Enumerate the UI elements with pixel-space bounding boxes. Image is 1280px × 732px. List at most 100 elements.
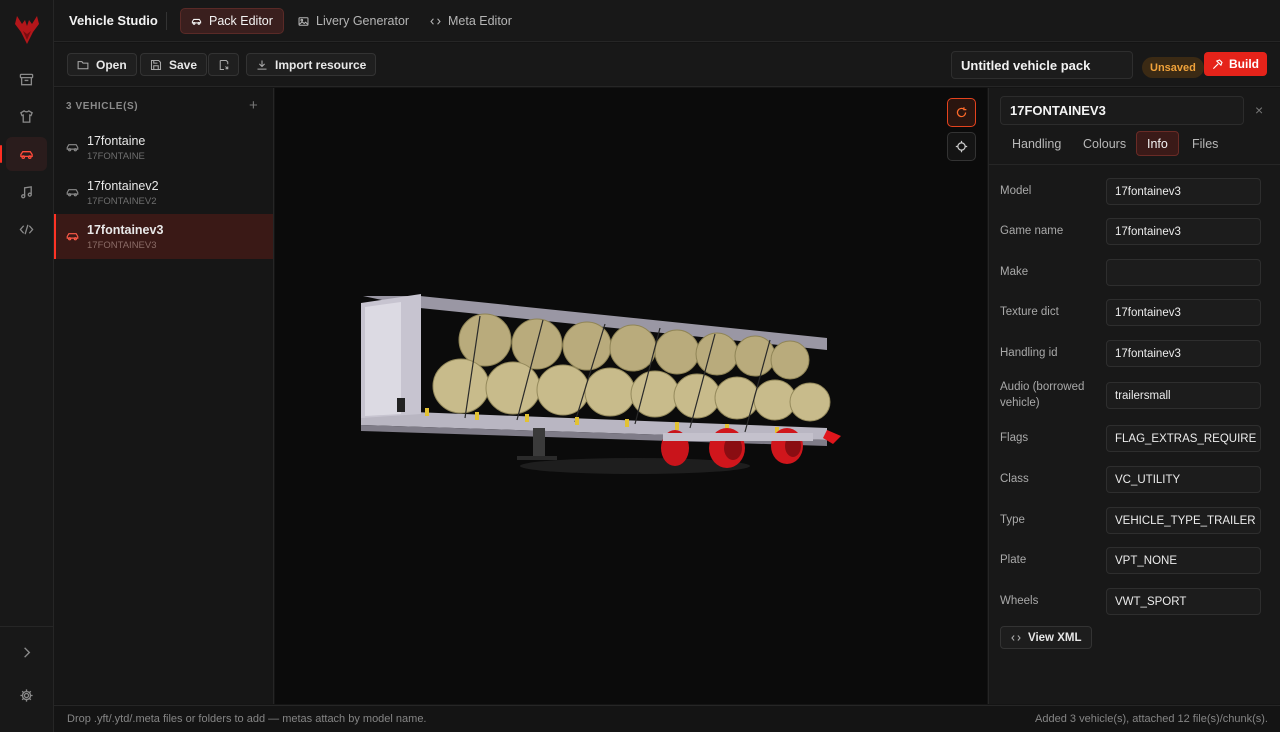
status-hint: Drop .yft/.ytd/.meta files or folders to… bbox=[67, 713, 427, 725]
car-icon bbox=[66, 144, 79, 152]
center-view-button[interactable] bbox=[947, 132, 976, 161]
app-title: Vehicle Studio bbox=[69, 13, 158, 28]
open-label: Open bbox=[96, 57, 127, 72]
save-label: Save bbox=[169, 57, 198, 72]
vehicle-id: 17FONTAINEV3 bbox=[87, 240, 157, 251]
handling-id-label: Handling id bbox=[1000, 347, 1058, 359]
tab-files[interactable]: Files bbox=[1182, 131, 1228, 156]
vehicle-3d-viewport[interactable] bbox=[275, 88, 987, 704]
expand-rail-button[interactable] bbox=[6, 635, 47, 669]
tab-pack-editor[interactable]: Pack Editor bbox=[180, 8, 284, 34]
nav-livery-button[interactable] bbox=[6, 99, 47, 133]
tab-colours[interactable]: Colours bbox=[1073, 131, 1136, 156]
tab-livery-generator[interactable]: Livery Generator bbox=[288, 8, 419, 34]
music-icon bbox=[21, 185, 32, 198]
flags-label: Flags bbox=[1000, 432, 1029, 444]
settings-button[interactable] bbox=[6, 678, 47, 712]
reset-view-button[interactable] bbox=[947, 98, 976, 127]
audio-label: Audio (borrowed vehicle) bbox=[1000, 381, 1085, 409]
save-icon bbox=[150, 59, 162, 70]
plate-label: Plate bbox=[1000, 554, 1027, 566]
nav-meta-button[interactable] bbox=[6, 212, 47, 246]
handling-id-field[interactable]: 17fontainev3 bbox=[1106, 340, 1261, 367]
code-icon bbox=[430, 17, 441, 25]
add-vehicle-button[interactable]: + bbox=[249, 97, 258, 114]
car-icon bbox=[66, 189, 79, 197]
app-logo bbox=[15, 16, 39, 44]
tab-info[interactable]: Info bbox=[1136, 131, 1179, 156]
gear-icon bbox=[20, 688, 33, 702]
toolbar: Open Save Import resource Untitled vehic… bbox=[54, 43, 1280, 87]
vehicle-name: 17fontainev2 bbox=[87, 179, 159, 193]
view-xml-button[interactable]: View XML bbox=[1000, 626, 1093, 649]
vehicle-id: 17FONTAINE bbox=[87, 151, 145, 162]
car-icon bbox=[191, 18, 202, 25]
vehicle-info-panel: 17FONTAINEV3 × Handling Colours Info Fil… bbox=[988, 88, 1280, 704]
tab-handling[interactable]: Handling bbox=[1002, 131, 1071, 156]
trailer-model-preview bbox=[361, 294, 841, 474]
nav-rail bbox=[0, 0, 54, 732]
unsaved-badge: Unsaved bbox=[1142, 57, 1204, 78]
tab-meta-editor[interactable]: Meta Editor bbox=[420, 8, 522, 34]
build-label: Build bbox=[1229, 57, 1259, 71]
wheels-field[interactable]: VWT_SPORT bbox=[1106, 588, 1261, 615]
folder-icon bbox=[77, 60, 89, 69]
status-bar: Drop .yft/.ytd/.meta files or folders to… bbox=[54, 705, 1280, 732]
nav-audio-button[interactable] bbox=[6, 175, 47, 209]
code-icon bbox=[1011, 634, 1021, 641]
vehicle-item-selected[interactable]: 17fontainev3 17FONTAINEV3 bbox=[54, 214, 273, 259]
make-field[interactable] bbox=[1106, 259, 1261, 286]
panel-divider bbox=[989, 164, 1280, 165]
import-label: Import resource bbox=[275, 57, 367, 72]
view-xml-label: View XML bbox=[1028, 631, 1082, 644]
wheels-label: Wheels bbox=[1000, 595, 1039, 607]
save-as-icon bbox=[219, 59, 228, 70]
save-as-button[interactable] bbox=[208, 53, 239, 76]
top-bar: Vehicle Studio Pack Editor Livery Genera… bbox=[54, 0, 1280, 42]
model-field[interactable]: 17fontainev3 bbox=[1106, 178, 1261, 205]
title-divider bbox=[166, 12, 167, 30]
shirt-icon bbox=[20, 109, 33, 123]
vehicle-name: 17fontainev3 bbox=[87, 223, 164, 237]
model-label: Model bbox=[1000, 185, 1032, 197]
archive-icon bbox=[19, 73, 34, 85]
type-label: Type bbox=[1000, 514, 1025, 526]
flags-field[interactable]: FLAG_EXTRAS_REQUIRE FLAG bbox=[1106, 425, 1261, 452]
plate-field[interactable]: VPT_NONE bbox=[1106, 547, 1261, 574]
car-icon bbox=[66, 233, 79, 241]
vehicle-item[interactable]: 17fontaine 17FONTAINE bbox=[54, 125, 273, 170]
nav-archive-button[interactable] bbox=[6, 62, 47, 96]
audio-field[interactable]: trailersmall bbox=[1106, 382, 1261, 409]
vehicle-id: 17FONTAINEV2 bbox=[87, 196, 157, 207]
game-name-label: Game name bbox=[1000, 225, 1064, 237]
nav-vehicles-button[interactable] bbox=[0, 137, 47, 171]
import-resource-button[interactable]: Import resource bbox=[246, 53, 377, 76]
refresh-icon bbox=[956, 107, 967, 118]
pack-name-input[interactable]: Untitled vehicle pack bbox=[951, 51, 1133, 79]
type-field[interactable]: VEHICLE_TYPE_TRAILER bbox=[1106, 507, 1261, 534]
tab-label: Livery Generator bbox=[316, 14, 410, 28]
download-icon bbox=[257, 60, 267, 70]
status-message: Added 3 vehicle(s), attached 12 file(s)/… bbox=[1035, 713, 1268, 725]
vehicle-title-field[interactable]: 17FONTAINEV3 bbox=[1000, 96, 1244, 125]
make-label: Make bbox=[1000, 266, 1029, 278]
class-field[interactable]: VC_UTILITY bbox=[1106, 466, 1261, 493]
rail-divider bbox=[0, 626, 54, 627]
build-button[interactable]: Build bbox=[1204, 52, 1267, 76]
tab-label: Pack Editor bbox=[209, 14, 273, 28]
vehicle-item[interactable]: 17fontainev2 17FONTAINEV2 bbox=[54, 170, 273, 215]
tab-label: Meta Editor bbox=[448, 14, 512, 28]
save-button[interactable]: Save bbox=[140, 53, 208, 76]
car-icon bbox=[20, 150, 33, 159]
game-name-field[interactable]: 17fontainev3 bbox=[1106, 218, 1261, 245]
image-icon bbox=[298, 16, 309, 26]
close-panel-button[interactable]: × bbox=[1255, 102, 1263, 118]
hammer-icon bbox=[1212, 58, 1223, 69]
vehicle-count: 3 VEHICLE(S) bbox=[66, 101, 139, 112]
class-label: Class bbox=[1000, 473, 1029, 485]
vehicle-name: 17fontaine bbox=[87, 134, 146, 148]
crosshair-icon bbox=[955, 140, 968, 153]
open-button[interactable]: Open bbox=[67, 53, 137, 76]
chevron-right-icon bbox=[24, 646, 31, 658]
texture-dict-field[interactable]: 17fontainev3 bbox=[1106, 299, 1261, 326]
